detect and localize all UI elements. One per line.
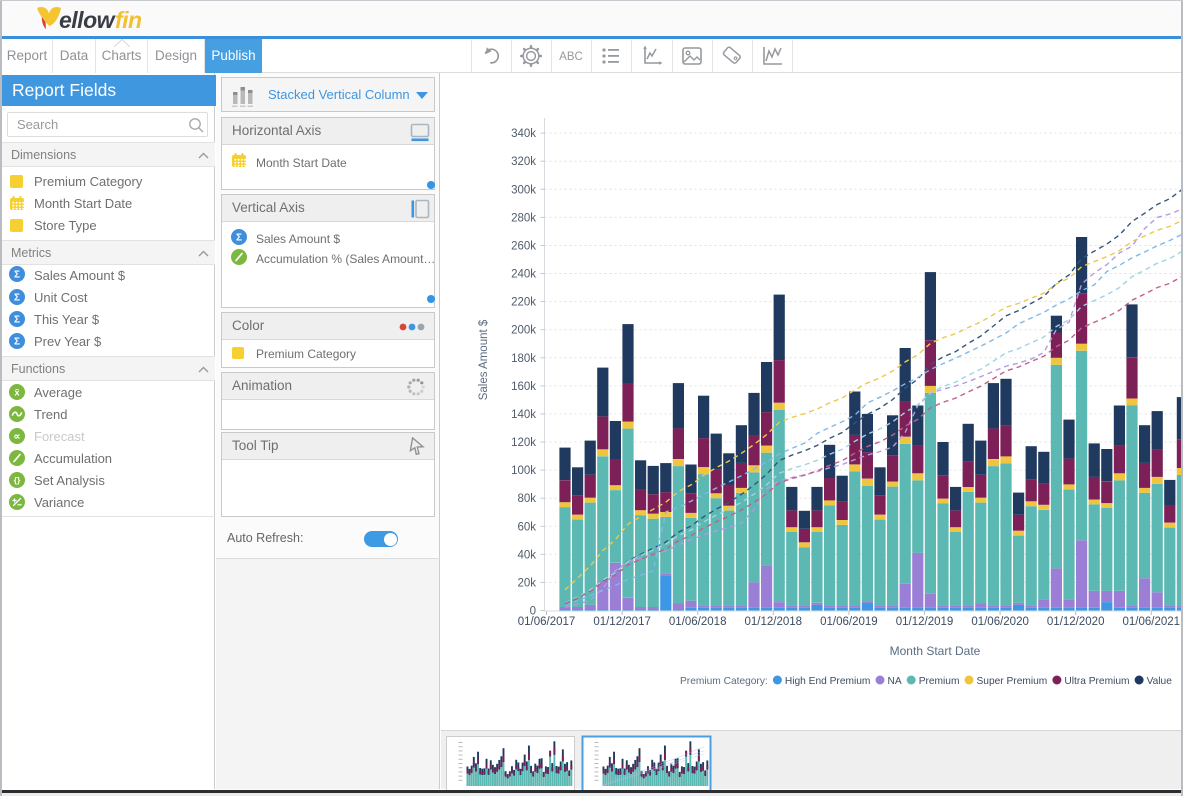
svg-text:Premium: Premium [919,676,960,687]
svg-text:x̄: x̄ [14,388,20,399]
svg-text:160k: 160k [511,381,536,393]
svg-text:120k: 120k [511,437,536,449]
svg-text:01/12/2018: 01/12/2018 [745,616,803,628]
svg-text:320k: 320k [511,156,536,168]
svg-text:40k: 40k [517,549,536,561]
svg-text:ellow: ellow [59,7,117,33]
svg-text:ABC: ABC [559,51,583,63]
svg-text:01/06/2018: 01/06/2018 [669,616,727,628]
svg-text:280k: 280k [511,212,536,224]
svg-text:01/06/2020: 01/06/2020 [971,616,1029,628]
svg-text:High End Premium: High End Premium [785,676,871,687]
svg-text:01/12/2017: 01/12/2017 [593,616,651,628]
svg-text:01/06/2019: 01/06/2019 [820,616,878,628]
svg-text:240k: 240k [511,269,536,281]
svg-text:Ultra Premium: Ultra Premium [1064,676,1129,687]
svg-text:{}: {} [14,475,21,485]
svg-text:Month Start Date: Month Start Date [890,644,981,658]
svg-text:01/12/2019: 01/12/2019 [896,616,954,628]
svg-text:Σ: Σ [14,315,20,326]
svg-text:Value: Value [1147,676,1173,687]
svg-text:01/12/2020: 01/12/2020 [1047,616,1105,628]
svg-text:300k: 300k [511,184,536,196]
svg-text:80k: 80k [517,493,536,505]
svg-text:∝: ∝ [13,432,20,443]
svg-text:180k: 180k [511,353,536,365]
svg-text:100k: 100k [511,465,536,477]
svg-text:340k: 340k [511,128,536,140]
svg-text:200k: 200k [511,325,536,337]
svg-text:20k: 20k [517,577,536,589]
svg-text:140k: 140k [511,409,536,421]
svg-text:01/06/2017: 01/06/2017 [518,616,576,628]
svg-text:60k: 60k [517,521,536,533]
svg-text:01/06/2021: 01/06/2021 [1123,616,1181,628]
svg-text:Super Premium: Super Premium [977,676,1048,687]
svg-text:Sales Amount $: Sales Amount $ [478,319,490,400]
svg-text:NA: NA [888,676,902,687]
svg-text:260k: 260k [511,241,536,253]
svg-text:220k: 220k [511,297,536,309]
svg-text:Σ: Σ [236,232,242,243]
svg-text:Premium Category:: Premium Category: [680,676,768,687]
svg-text:fin: fin [115,7,142,33]
svg-text:Σ: Σ [14,270,20,281]
svg-text:Σ: Σ [14,293,20,304]
svg-text:Σ: Σ [14,337,20,348]
